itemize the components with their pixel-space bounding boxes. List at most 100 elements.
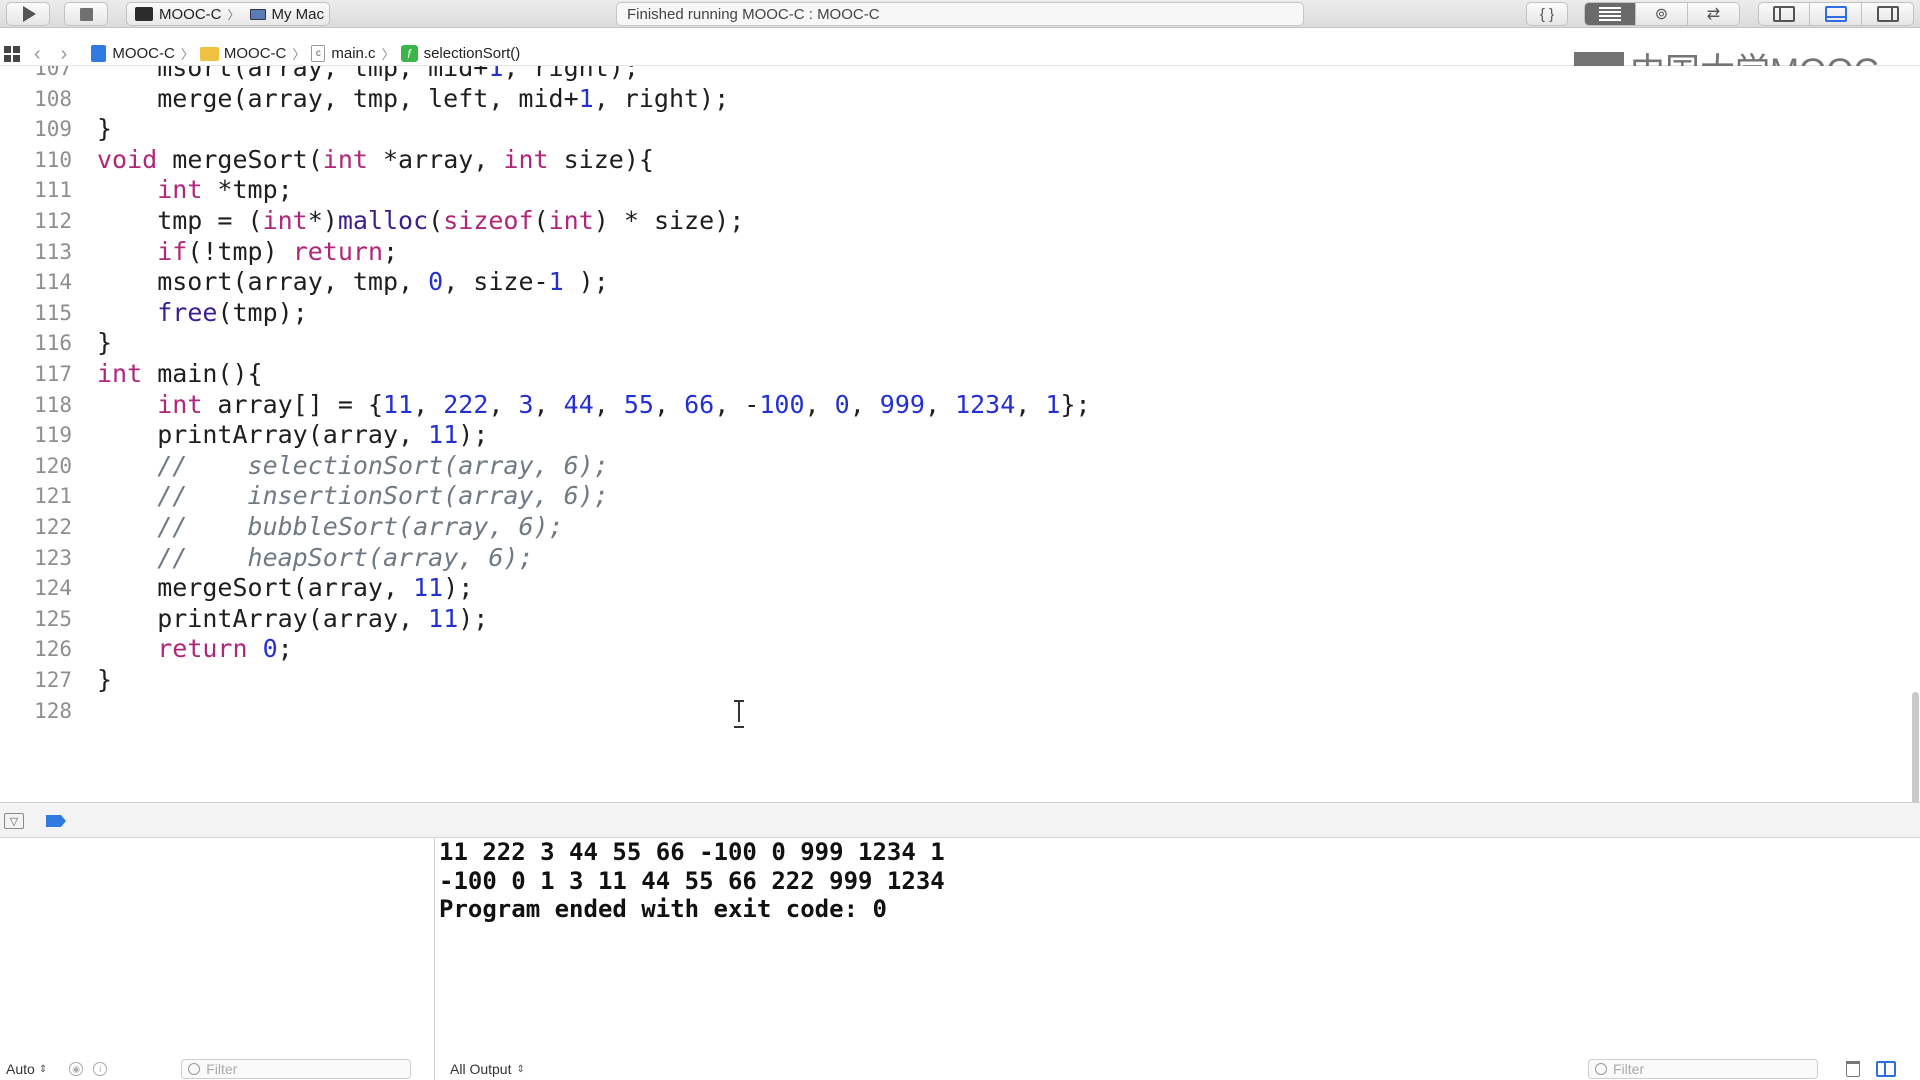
console-view[interactable]: 11 222 3 44 55 66 -100 0 999 1234 1 -100 … — [436, 838, 1920, 1080]
console-line: -100 0 1 3 11 44 55 66 222 999 1234 — [439, 866, 945, 895]
code-line[interactable]: 120 // selectionSort(array, 6); — [0, 451, 1900, 482]
code-line[interactable]: 122 // bubbleSort(array, 6); — [0, 512, 1900, 543]
line-number[interactable]: 109 — [0, 114, 72, 145]
editor-scrollbar[interactable] — [1912, 692, 1919, 802]
view-toggle-segmented — [1758, 2, 1914, 26]
version-editor-button[interactable]: ⇄ — [1688, 2, 1740, 26]
code-text: // insertionSort(array, 6); — [157, 481, 609, 511]
code-line[interactable]: 118 int array[] = {11, 222, 3, 44, 55, 6… — [0, 390, 1900, 421]
code-line[interactable]: 123 // heapSort(array, 6); — [0, 543, 1900, 574]
updown-chevron-icon: ⇕ — [38, 1063, 48, 1075]
toggle-debug-area-button[interactable] — [1810, 2, 1862, 26]
eye-icon[interactable]: ◉ — [69, 1062, 84, 1076]
line-number[interactable]: 122 — [0, 512, 72, 543]
line-number[interactable]: 126 — [0, 634, 72, 665]
line-number[interactable]: 114 — [0, 267, 72, 298]
chevron-right-icon: 〉 — [227, 7, 240, 22]
code-line[interactable]: 113 if(!tmp) return; — [0, 237, 1900, 268]
stop-button[interactable] — [64, 2, 108, 26]
code-line[interactable]: 110 void mergeSort(int *array, int size){ — [0, 145, 1900, 176]
code-text: } — [97, 665, 113, 694]
split-view-icon[interactable] — [1876, 1061, 1896, 1077]
code-text: // heapSort(array, 6); — [157, 542, 534, 572]
code-line[interactable]: 124 mergeSort(array, 11); — [0, 573, 1900, 604]
code-line[interactable]: 114 msort(array, tmp, 0, size-1 ); — [0, 267, 1900, 298]
hide-debug-area-button[interactable]: ▽ — [4, 813, 24, 829]
assistant-editor-button[interactable]: ⊚ — [1636, 2, 1688, 26]
right-panel-icon — [1876, 6, 1899, 22]
activity-status-text: Finished running MOOC-C : MOOC-C — [627, 5, 880, 23]
console-output-selector-label: All Output — [450, 1061, 512, 1077]
line-number[interactable]: 115 — [0, 298, 72, 329]
related-items-grid-icon[interactable] — [4, 45, 20, 62]
breadcrumb-file[interactable]: main.c — [331, 45, 375, 62]
code-line[interactable]: 109} — [0, 114, 1900, 145]
code-line[interactable]: 116} — [0, 328, 1900, 359]
console-line: Program ended with exit code: 0 — [439, 895, 887, 923]
toggle-inspector-button[interactable] — [1862, 2, 1914, 26]
code-line[interactable]: 108 merge(array, tmp, left, mid+1, right… — [0, 84, 1900, 115]
line-number[interactable]: 128 — [0, 696, 72, 727]
line-number[interactable]: 127 — [0, 665, 72, 696]
code-line[interactable]: 107 msort(array, tmp, mid+1, right); — [0, 66, 1900, 84]
code-line[interactable]: 127} — [0, 665, 1900, 696]
bottom-panel-icon — [1824, 6, 1847, 22]
back-arrow-icon[interactable]: ‹ — [34, 44, 41, 64]
line-number[interactable]: 118 — [0, 390, 72, 421]
console-filter-field[interactable]: Filter — [1588, 1059, 1818, 1079]
line-number[interactable]: 121 — [0, 481, 72, 512]
library-button[interactable]: { } — [1526, 2, 1568, 26]
forward-arrow-icon[interactable]: › — [61, 44, 68, 64]
line-number[interactable]: 125 — [0, 604, 72, 635]
line-number[interactable]: 113 — [0, 237, 72, 268]
run-button[interactable] — [6, 2, 50, 26]
line-number[interactable]: 108 — [0, 84, 72, 115]
line-number[interactable]: 124 — [0, 573, 72, 604]
standard-editor-button[interactable] — [1584, 2, 1636, 26]
source-editor[interactable]: 107 msort(array, tmp, mid+1, right); 108 … — [0, 66, 1920, 802]
variables-filter-field[interactable]: Filter — [181, 1059, 412, 1079]
line-number[interactable]: 123 — [0, 543, 72, 574]
line-number[interactable]: 107 — [0, 66, 72, 84]
trash-icon[interactable] — [1846, 1061, 1860, 1077]
project-icon — [91, 45, 107, 62]
line-number[interactable]: 120 — [0, 451, 72, 482]
code-line[interactable]: 115 free(tmp); — [0, 298, 1900, 329]
left-panel-icon — [1773, 6, 1795, 22]
code-text: void mergeSort(int *array, int size){ — [97, 144, 654, 174]
laptop-icon — [249, 8, 266, 20]
info-icon[interactable]: i — [93, 1062, 108, 1076]
breakpoints-toggle-icon[interactable] — [46, 815, 66, 827]
scheme-selector[interactable]: MOOC-C 〉 My Mac — [126, 2, 330, 26]
code-line[interactable]: 128 — [0, 696, 1900, 727]
code-line[interactable]: 119 printArray(array, 11); — [0, 420, 1900, 451]
code-line[interactable]: 112 tmp = (int*)malloc(sizeof(int) * siz… — [0, 206, 1900, 237]
line-number[interactable]: 116 — [0, 328, 72, 359]
code-line[interactable]: 121 // insertionSort(array, 6); — [0, 481, 1900, 512]
code-line[interactable]: 111 int *tmp; — [0, 175, 1900, 206]
code-line[interactable]: 117 int main(){ — [0, 359, 1900, 390]
line-number[interactable]: 117 — [0, 359, 72, 390]
code-text: tmp = (int*)malloc(sizeof(int) * size); — [97, 206, 745, 235]
chevron-right-icon: 〉 — [381, 47, 395, 62]
line-number[interactable]: 112 — [0, 206, 72, 237]
variables-view[interactable] — [0, 838, 435, 1080]
variables-mode-selector[interactable]: Auto — [6, 1061, 35, 1077]
line-number[interactable]: 111 — [0, 175, 72, 206]
toggle-navigator-button[interactable] — [1758, 2, 1810, 26]
breadcrumb-function[interactable]: selectionSort() — [424, 45, 521, 62]
app-target-icon — [135, 7, 153, 21]
code-line[interactable]: 126 return 0; — [0, 634, 1900, 665]
folder-icon — [199, 46, 219, 61]
filter-icon — [1595, 1063, 1607, 1075]
breadcrumb-folder[interactable]: MOOC-C — [224, 45, 287, 62]
code-line[interactable]: 125 printArray(array, 11); — [0, 604, 1900, 635]
scheme-target-label: MOOC-C — [159, 5, 222, 23]
updown-chevron-icon: ⇕ — [516, 1063, 525, 1075]
code-text: } — [97, 328, 113, 358]
line-number[interactable]: 110 — [0, 145, 72, 176]
line-number[interactable]: 119 — [0, 420, 72, 451]
console-output-selector[interactable]: All Output ⇕ — [450, 1058, 525, 1080]
code-text: printArray(array, 11); — [97, 603, 489, 633]
breadcrumb-project[interactable]: MOOC-C — [112, 45, 175, 62]
